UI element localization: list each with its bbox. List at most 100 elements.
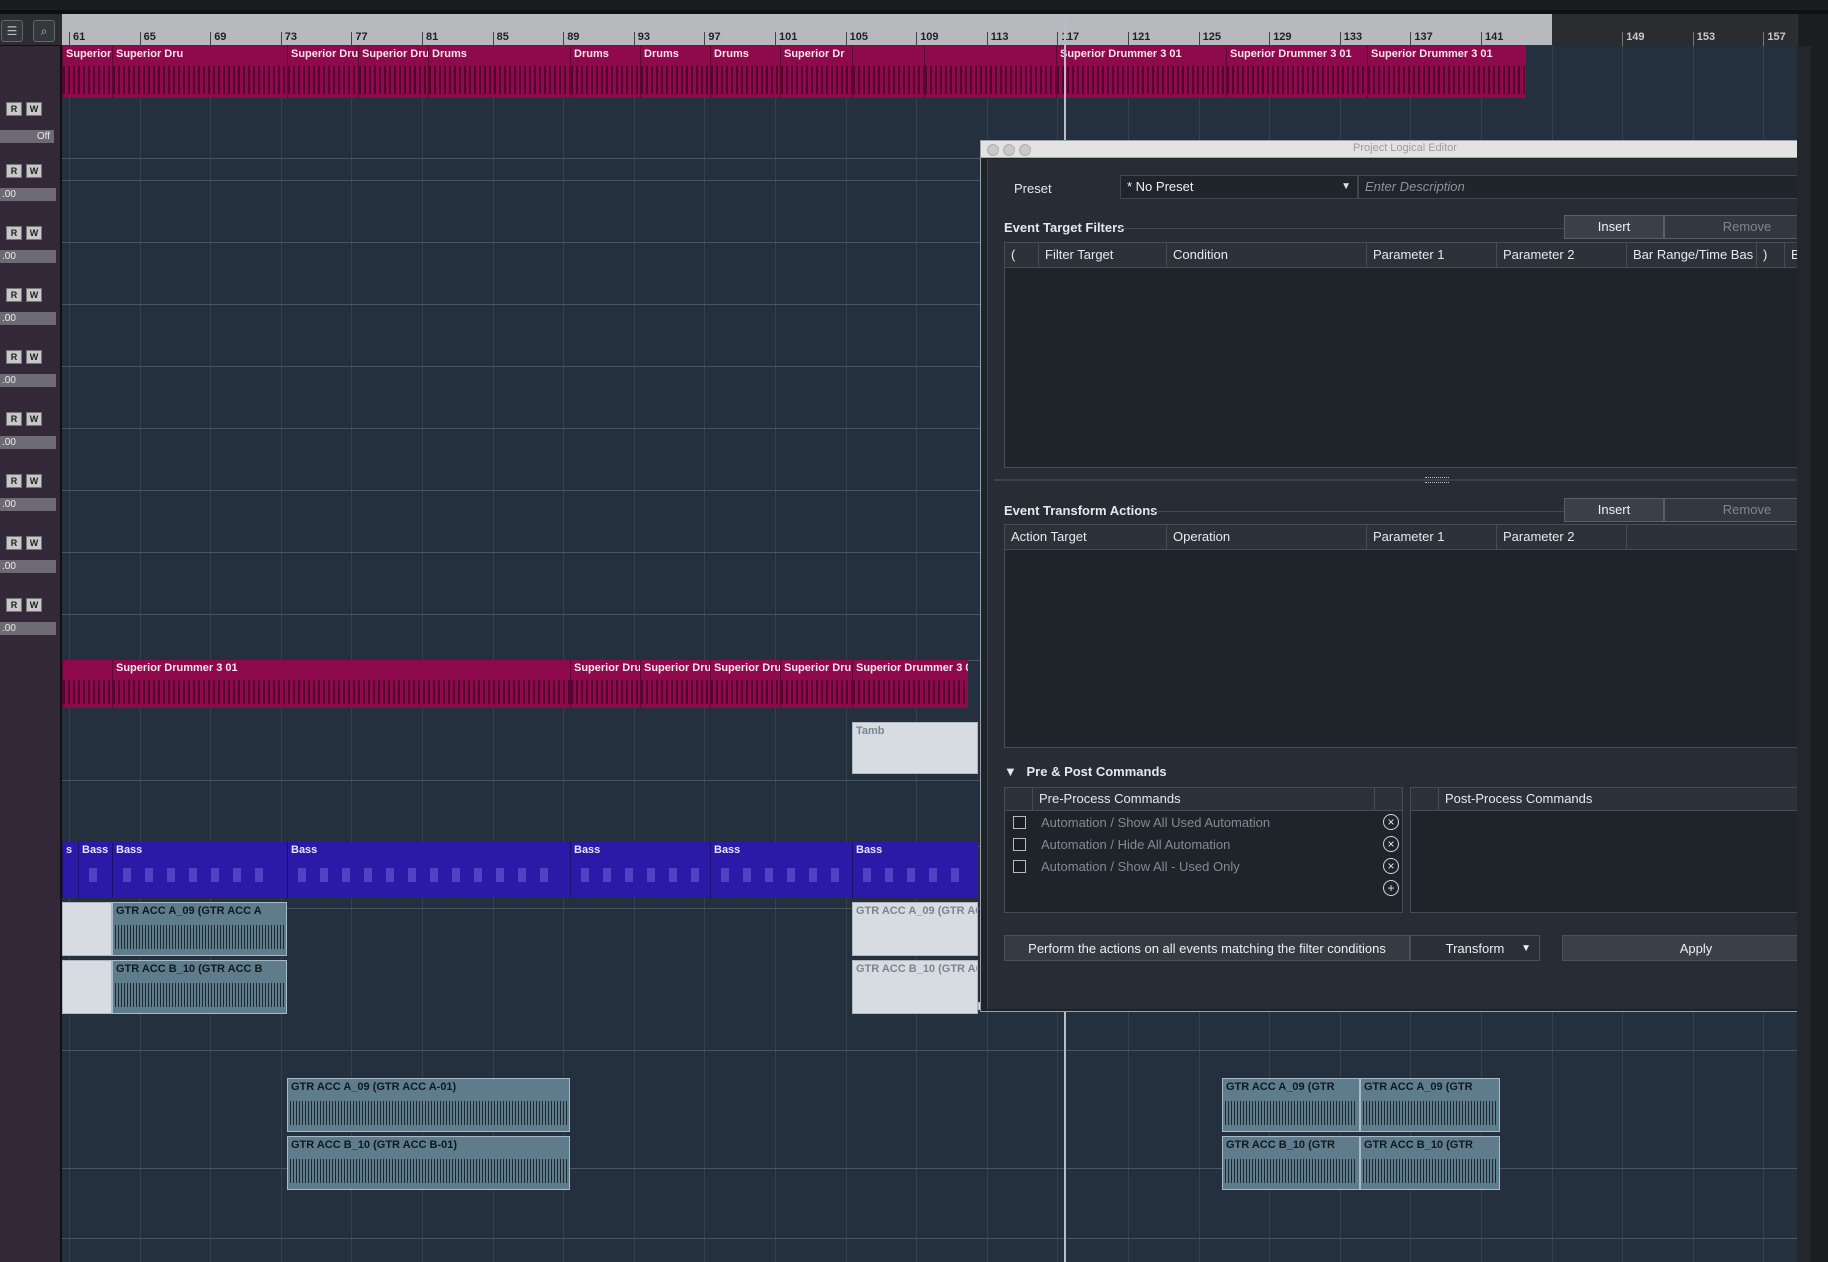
automation-value[interactable]: .00 (0, 436, 56, 449)
read-automation-button[interactable]: R (6, 164, 22, 178)
filter-col-target[interactable]: Filter Target (1039, 243, 1167, 267)
ruler-bar-label[interactable]: 101 (779, 31, 797, 43)
ruler-bar-label[interactable]: 69 (214, 31, 226, 43)
audio-part-ghost[interactable] (62, 960, 112, 1014)
drum-part[interactable]: Superior Drummer 3 01 (112, 660, 570, 708)
drum-part[interactable]: Superior Dru (640, 660, 710, 708)
pre-command-checkbox[interactable] (1013, 816, 1026, 829)
audio-part[interactable]: GTR ACC B_10 (GTR ACC B-01) (287, 1136, 570, 1190)
ruler-bar-label[interactable]: 77 (355, 31, 367, 43)
drum-part[interactable] (852, 46, 924, 98)
action-col-param2[interactable]: Parameter 2 (1497, 525, 1627, 549)
drum-part[interactable]: Drums (570, 46, 640, 98)
vertical-scrollbar[interactable] (1797, 46, 1811, 1262)
ruler-bar-label[interactable]: 157 (1767, 31, 1785, 43)
drum-part[interactable]: Superior Dru (780, 660, 852, 708)
action-col-operation[interactable]: Operation (1167, 525, 1367, 549)
remove-command-icon[interactable]: × (1383, 858, 1399, 874)
write-automation-button[interactable]: W (26, 226, 42, 240)
function-dropdown[interactable]: Transform ▼ (1410, 935, 1540, 961)
drum-part[interactable]: Superior Dru (710, 660, 780, 708)
action-table[interactable]: Action Target Operation Parameter 1 Para… (1004, 524, 1828, 748)
track-list-menu-icon[interactable]: ☰ (1, 20, 23, 42)
remove-command-icon[interactable]: × (1383, 814, 1399, 830)
write-automation-button[interactable]: W (26, 288, 42, 302)
editor-title-bar[interactable]: Project Logical Editor (981, 141, 1828, 158)
audio-part[interactable]: GTR ACC B_10 (GTR (1222, 1136, 1360, 1190)
audio-part-ghost[interactable]: GTR ACC A_09 (GTR AC (852, 902, 978, 956)
drum-part[interactable] (924, 46, 1056, 98)
ruler-bar-label[interactable]: 65 (144, 31, 156, 43)
ruler-bar-label[interactable]: 105 (850, 31, 868, 43)
bass-part[interactable]: Bass (287, 842, 570, 898)
splitter-grip-icon[interactable] (1425, 477, 1449, 483)
filter-table[interactable]: ( Filter Target Condition Parameter 1 Pa… (1004, 242, 1828, 468)
filter-col-bar-range[interactable]: Bar Range/Time Bas (1627, 243, 1757, 267)
insert-action-button[interactable]: Insert (1564, 498, 1664, 522)
drum-part[interactable]: Superior Drummer 3 01 (1367, 46, 1526, 98)
automation-value[interactable]: .00 (0, 312, 56, 325)
pre-command-row[interactable]: Automation / Show All Used Automation × (1005, 812, 1403, 834)
drum-part[interactable]: Superior Dr (780, 46, 852, 98)
action-col-param1[interactable]: Parameter 1 (1367, 525, 1497, 549)
pre-command-checkbox[interactable] (1013, 860, 1026, 873)
read-automation-button[interactable]: R (6, 474, 22, 488)
drum-part[interactable]: Superior Dru (570, 660, 640, 708)
automation-value[interactable]: .00 (0, 250, 56, 263)
ruler-bar-label[interactable]: 97 (708, 31, 720, 43)
write-automation-button[interactable]: W (26, 350, 42, 364)
bass-part[interactable]: s (62, 842, 78, 898)
filter-col-param2[interactable]: Parameter 2 (1497, 243, 1627, 267)
pre-command-row[interactable]: Automation / Show All - Used Only × (1005, 856, 1403, 878)
write-automation-button[interactable]: W (26, 536, 42, 550)
automation-value[interactable]: .00 (0, 188, 56, 201)
ruler-bar-label[interactable]: 93 (638, 31, 650, 43)
audio-part[interactable]: GTR ACC A_09 (GTR ACC A-01) (287, 1078, 570, 1132)
read-automation-button[interactable]: R (6, 598, 22, 612)
automation-value[interactable]: .00 (0, 498, 56, 511)
bass-part[interactable]: Bass (78, 842, 112, 898)
filter-col-open-bracket[interactable]: ( (1005, 243, 1039, 267)
tamb-part[interactable]: Tamb (852, 722, 978, 774)
bass-part[interactable]: Bass (112, 842, 287, 898)
pre-command-checkbox[interactable] (1013, 838, 1026, 851)
ruler-bar-label[interactable]: 153 (1697, 31, 1715, 43)
pre-command-row[interactable]: Automation / Hide All Automation × (1005, 834, 1403, 856)
section-splitter[interactable] (994, 479, 1828, 481)
ruler-bar-label[interactable]: 141 (1485, 31, 1503, 43)
write-automation-button[interactable]: W (26, 102, 42, 116)
read-automation-button[interactable]: R (6, 288, 22, 302)
ruler-bar-label[interactable]: 73 (285, 31, 297, 43)
filter-col-close-bracket[interactable]: ) (1757, 243, 1785, 267)
insert-filter-button[interactable]: Insert (1564, 215, 1664, 239)
drum-part[interactable]: Superior Drummer 3 01 (1226, 46, 1367, 98)
drum-part[interactable]: Superior Drummer 3 01 (62, 46, 112, 98)
bass-part[interactable]: Bass (852, 842, 978, 898)
drum-part[interactable]: Superior Dru (287, 46, 358, 98)
read-automation-button[interactable]: R (6, 226, 22, 240)
ruler-bar-label[interactable]: 121 (1132, 31, 1150, 43)
drum-part[interactable]: Superior Drummer 3 01 (1056, 46, 1226, 98)
ruler-bar-label[interactable]: 81 (426, 31, 438, 43)
write-automation-button[interactable]: W (26, 164, 42, 178)
audio-part-ghost[interactable]: GTR ACC B_10 (GTR AC (852, 960, 978, 1014)
description-input[interactable]: Enter Description (1358, 175, 1828, 199)
audio-part[interactable]: GTR ACC A_09 (GTR (1222, 1078, 1360, 1132)
read-automation-button[interactable]: R (6, 102, 22, 116)
remove-command-icon[interactable]: × (1383, 836, 1399, 852)
read-automation-button[interactable]: R (6, 536, 22, 550)
read-automation-button[interactable]: R (6, 350, 22, 364)
automation-value[interactable]: .00 (0, 622, 56, 635)
add-command-icon[interactable]: + (1383, 880, 1399, 896)
audio-part[interactable]: GTR ACC B_10 (GTR ACC B (112, 960, 287, 1014)
filter-col-param1[interactable]: Parameter 1 (1367, 243, 1497, 267)
audio-part[interactable]: GTR ACC A_09 (GTR (1360, 1078, 1500, 1132)
automation-value[interactable]: .00 (0, 374, 56, 387)
ruler-bar-label[interactable]: 125 (1203, 31, 1221, 43)
bass-part[interactable]: Bass (710, 842, 852, 898)
ruler-bar-label[interactable]: 89 (567, 31, 579, 43)
write-automation-button[interactable]: W (26, 412, 42, 426)
ruler-bar-label[interactable]: 149 (1626, 31, 1644, 43)
automation-value[interactable]: Off (0, 130, 54, 143)
drum-part[interactable]: Drums (640, 46, 710, 98)
